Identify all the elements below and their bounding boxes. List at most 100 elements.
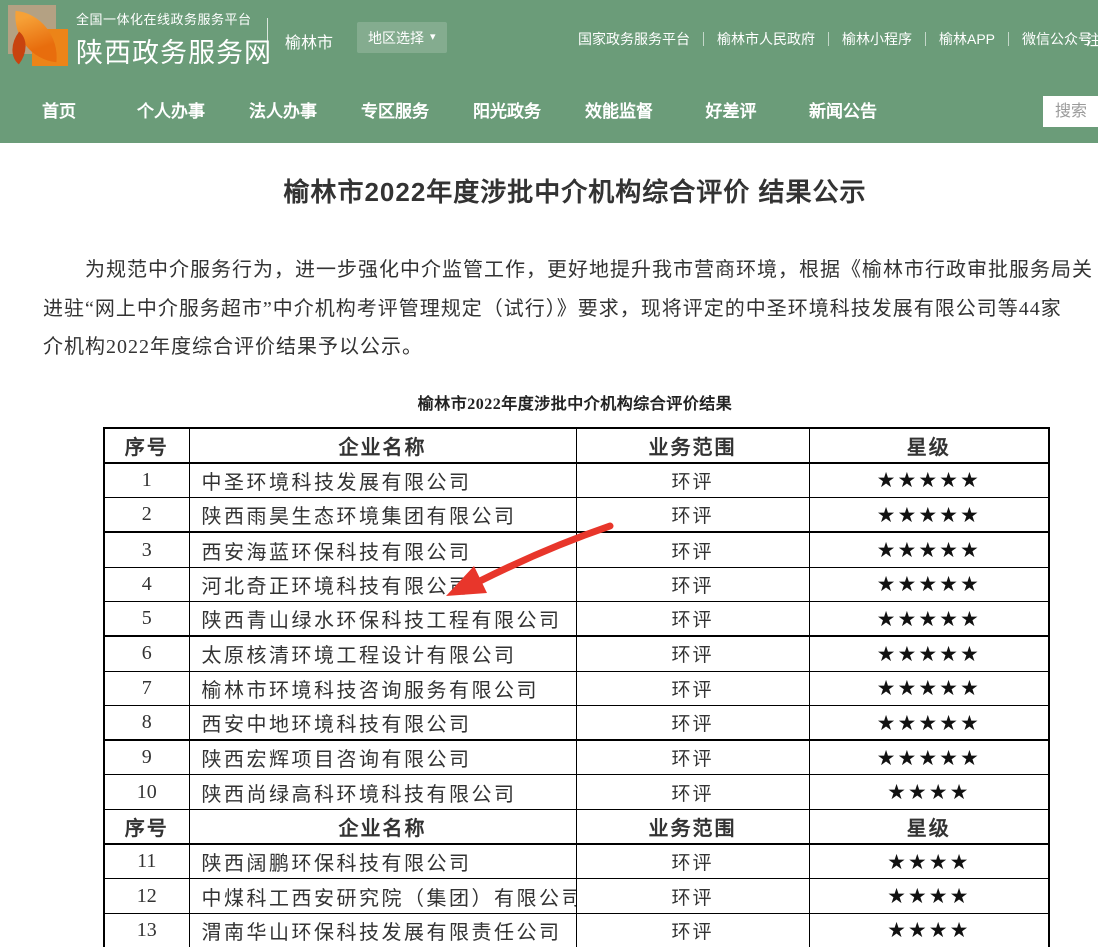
- table-cell: 环评: [576, 671, 809, 705]
- table-cell: 环评: [576, 601, 809, 636]
- table-cell: 2: [104, 498, 189, 533]
- table-cell: 12: [104, 879, 189, 913]
- table-cell: 10: [104, 775, 189, 809]
- top-link-4[interactable]: 微信公众号: [1022, 29, 1092, 49]
- table-cell: 中煤科工西安研究院（集团）有限公司: [189, 879, 576, 913]
- table-row-1: 1中圣环境科技发展有限公司环评★★★★★: [104, 463, 1049, 498]
- table-cell: 1: [104, 463, 189, 498]
- nav-item-2[interactable]: 法人办事: [227, 94, 339, 130]
- brand: 全国一体化在线政务服务平台 陕西政务服务网: [76, 9, 272, 70]
- current-city-label: 榆林市: [285, 29, 333, 53]
- table-row-10: 10陕西尚绿高科环境科技有限公司环评★★★★: [104, 775, 1049, 809]
- link-separator: [1008, 32, 1009, 46]
- chevron-down-icon: ▾: [430, 32, 436, 43]
- table-cell: 环评: [576, 879, 809, 913]
- table-caption: 榆林市2022年度涉批中介机构综合评价结果: [0, 390, 1098, 414]
- star-rating: ★★★★★: [809, 636, 1049, 671]
- table-cell: 环评: [576, 705, 809, 740]
- star-rating: ★★★★: [809, 913, 1049, 947]
- star-rating: ★★★★★: [809, 463, 1049, 498]
- column-header: 星级: [809, 809, 1049, 844]
- register-link[interactable]: 注册: [1086, 29, 1098, 50]
- table-cell: 陕西雨昊生态环境集团有限公司: [189, 498, 576, 533]
- table-cell: 环评: [576, 636, 809, 671]
- link-separator: [925, 32, 926, 46]
- table-row-7: 7榆林市环境科技咨询服务有限公司环评★★★★★: [104, 671, 1049, 705]
- table-header-row: 序号企业名称业务范围星级: [104, 809, 1049, 844]
- link-separator: [703, 32, 704, 46]
- search-input[interactable]: [1043, 96, 1098, 127]
- star-rating: ★★★★★: [809, 532, 1049, 567]
- brand-divider: [267, 18, 268, 58]
- column-header: 星级: [809, 428, 1049, 463]
- nav-item-0[interactable]: 首页: [3, 94, 115, 130]
- link-separator: [828, 32, 829, 46]
- top-link-3[interactable]: 榆林APP: [939, 29, 995, 49]
- table-cell: 环评: [576, 498, 809, 533]
- top-links: 国家政务服务平台 榆林市人民政府 榆林小程序 榆林APP 微信公众号: [578, 29, 1092, 49]
- search-box: [1043, 96, 1098, 127]
- table-cell: 环评: [576, 463, 809, 498]
- nav-item-1[interactable]: 个人办事: [115, 94, 227, 130]
- top-link-1[interactable]: 榆林市人民政府: [717, 29, 815, 49]
- nav-item-3[interactable]: 专区服务: [339, 94, 451, 130]
- paragraph-line: 介机构2022年度综合评价结果予以公示。: [0, 328, 1098, 367]
- table-row-13: 13渭南华山环保科技发展有限责任公司环评★★★★: [104, 913, 1049, 947]
- table-cell: 5: [104, 601, 189, 636]
- column-header: 序号: [104, 428, 189, 463]
- column-header: 企业名称: [189, 428, 576, 463]
- star-rating: ★★★★★: [809, 671, 1049, 705]
- table-cell: 环评: [576, 567, 809, 601]
- column-header: 业务范围: [576, 809, 809, 844]
- site-name: 陕西政务服务网: [76, 31, 272, 70]
- table-cell: 环评: [576, 775, 809, 809]
- star-rating: ★★★★★: [809, 498, 1049, 533]
- table-row-9: 9陕西宏辉项目咨询有限公司环评★★★★★: [104, 740, 1049, 775]
- table-row-2: 2陕西雨昊生态环境集团有限公司环评★★★★★: [104, 498, 1049, 533]
- main-nav: 首页个人办事法人办事专区服务阳光政务效能监督好差评新闻公告: [3, 94, 899, 130]
- star-rating: ★★★★★: [809, 705, 1049, 740]
- announcement-paragraph: 为规范中介服务行为，进一步强化中介监管工作，更好地提升我市营商环境，根据《榆林市…: [0, 251, 1098, 367]
- nav-item-4[interactable]: 阳光政务: [451, 94, 563, 130]
- table-cell: 8: [104, 705, 189, 740]
- table-row-11: 11陕西阔鹏环保科技有限公司环评★★★★: [104, 844, 1049, 879]
- nav-item-5[interactable]: 效能监督: [563, 94, 675, 130]
- table-cell: 西安中地环境科技有限公司: [189, 705, 576, 740]
- table-cell: 中圣环境科技发展有限公司: [189, 463, 576, 498]
- star-rating: ★★★★★: [809, 740, 1049, 775]
- table-row-12: 12中煤科工西安研究院（集团）有限公司环评★★★★: [104, 879, 1049, 913]
- region-selector-label: 地区选择: [368, 28, 424, 48]
- table-cell: 环评: [576, 913, 809, 947]
- evaluation-table-body: 序号企业名称业务范围星级1中圣环境科技发展有限公司环评★★★★★2陕西雨昊生态环…: [104, 428, 1049, 947]
- table-cell: 陕西宏辉项目咨询有限公司: [189, 740, 576, 775]
- column-header: 企业名称: [189, 809, 576, 844]
- platform-tagline: 全国一体化在线政务服务平台: [76, 9, 272, 28]
- table-row-8: 8西安中地环境科技有限公司环评★★★★★: [104, 705, 1049, 740]
- star-rating: ★★★★: [809, 844, 1049, 879]
- table-row-5: 5陕西青山绿水环保科技工程有限公司环评★★★★★: [104, 601, 1049, 636]
- table-cell: 西安海蓝环保科技有限公司: [189, 532, 576, 567]
- page: 全国一体化在线政务服务平台 陕西政务服务网 榆林市 地区选择 ▾ 国家政务服务平…: [0, 0, 1098, 947]
- site-header: 全国一体化在线政务服务平台 陕西政务服务网 榆林市 地区选择 ▾ 国家政务服务平…: [0, 0, 1098, 143]
- region-selector-button[interactable]: 地区选择 ▾: [357, 22, 447, 53]
- nav-item-6[interactable]: 好差评: [675, 94, 787, 130]
- site-logo-icon: [8, 5, 66, 65]
- evaluation-table: 序号企业名称业务范围星级1中圣环境科技发展有限公司环评★★★★★2陕西雨昊生态环…: [103, 427, 1050, 947]
- column-header: 序号: [104, 809, 189, 844]
- table-cell: 11: [104, 844, 189, 879]
- table-cell: 太原核清环境工程设计有限公司: [189, 636, 576, 671]
- table-cell: 陕西阔鹏环保科技有限公司: [189, 844, 576, 879]
- top-link-2[interactable]: 榆林小程序: [842, 29, 912, 49]
- top-link-0[interactable]: 国家政务服务平台: [578, 29, 690, 49]
- document: 全国一体化在线政务服务平台 陕西政务服务网 榆林市 地区选择 ▾ 国家政务服务平…: [0, 0, 1098, 947]
- table-cell: 7: [104, 671, 189, 705]
- table-cell: 环评: [576, 532, 809, 567]
- nav-item-7[interactable]: 新闻公告: [787, 94, 899, 130]
- paragraph-line: 进驻“网上中介服务超市”中介机构考评管理规定（试行）》要求，现将评定的中圣环境科…: [0, 290, 1098, 329]
- table-cell: 陕西青山绿水环保科技工程有限公司: [189, 601, 576, 636]
- table-row-6: 6太原核清环境工程设计有限公司环评★★★★★: [104, 636, 1049, 671]
- table-cell: 13: [104, 913, 189, 947]
- star-rating: ★★★★★: [809, 601, 1049, 636]
- table-cell: 环评: [576, 740, 809, 775]
- table-cell: 环评: [576, 844, 809, 879]
